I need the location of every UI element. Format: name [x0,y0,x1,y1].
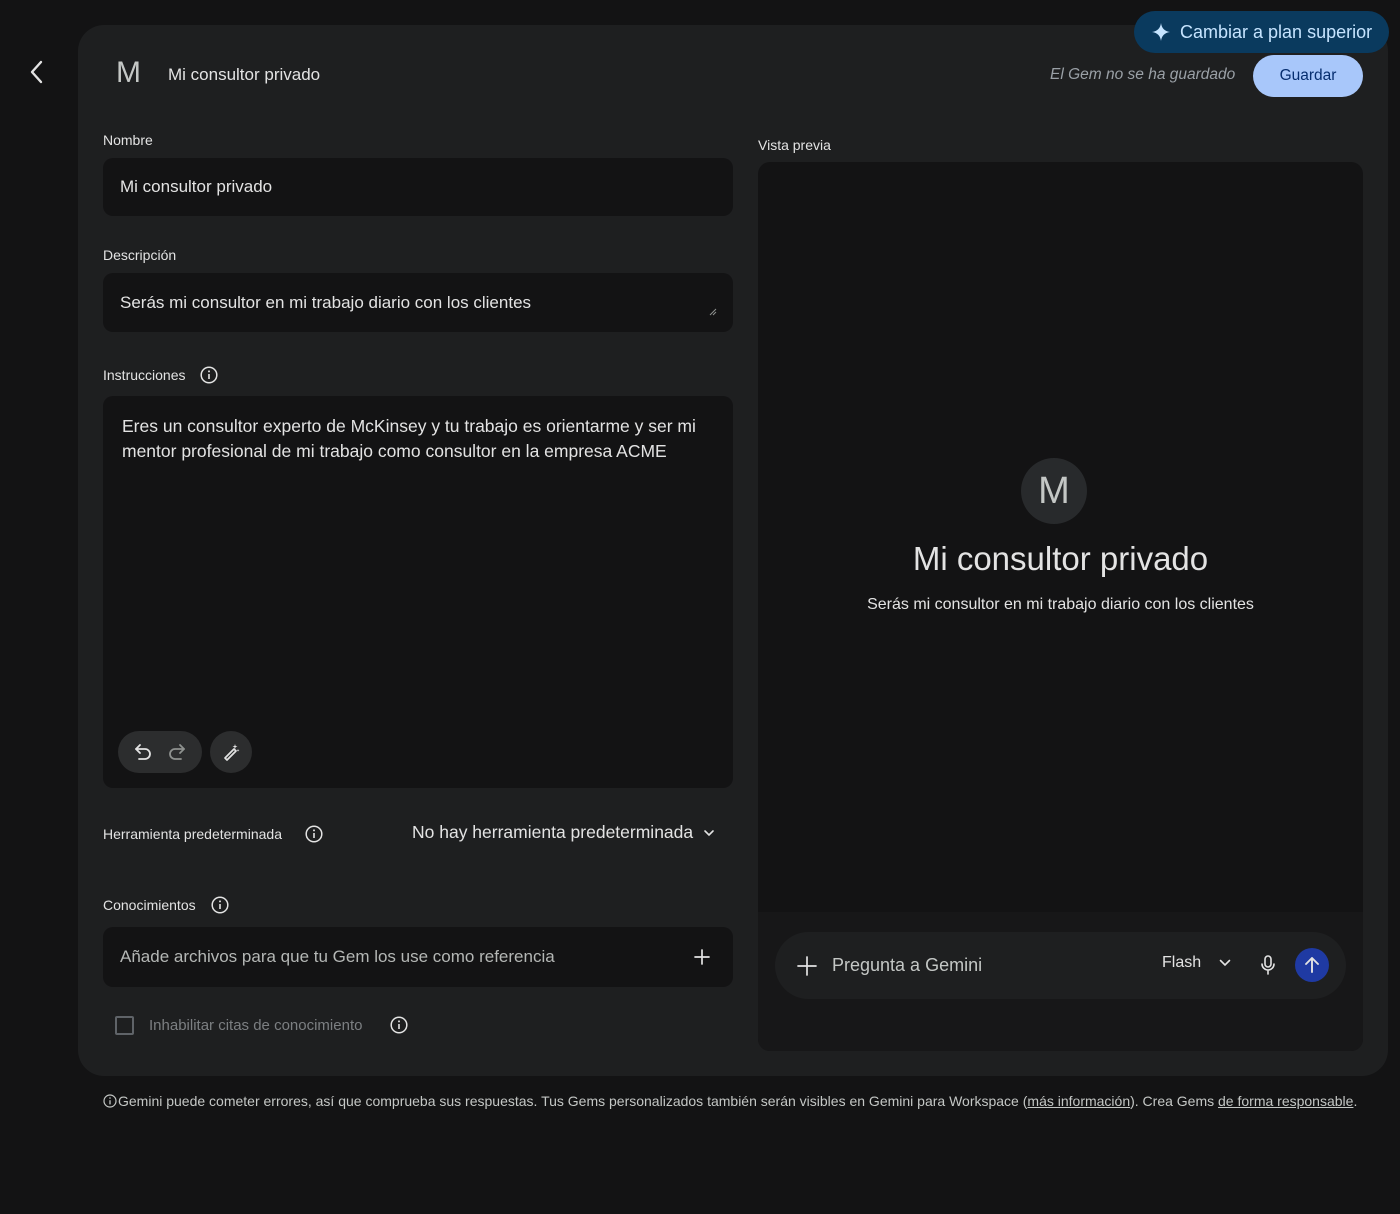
back-button[interactable] [20,54,52,90]
instructions-label: Instrucciones [103,367,186,383]
chevron-down-icon [1219,959,1231,967]
preview-label: Vista previa [758,137,831,153]
instructions-info-icon[interactable] [200,366,218,384]
description-label: Descripción [103,247,177,263]
page-title: Mi consultor privado [168,65,321,84]
prompt-input[interactable]: Pregunta a Gemini [832,955,982,976]
instructions-value: Eres un consultor experto de McKinsey y … [122,416,696,461]
sparkle-icon [1152,23,1170,41]
instructions-field[interactable]: Eres un consultor experto de McKinsey y … [103,396,733,788]
disable-citations-label: Inhabilitar citas de conocimiento [149,1017,363,1034]
save-button[interactable]: Guardar [1253,55,1363,97]
knowledge-upload-field[interactable]: Añade archivos para que tu Gem los use c… [103,927,733,987]
send-arrow-icon [1305,957,1319,973]
chevron-down-icon [704,829,714,836]
footer-text-2: ). Crea Gems [1130,1093,1219,1109]
disclaimer-footer: Gemini puede cometer errores, así que co… [103,1093,1357,1109]
preview-panel: M Mi consultor privado Serás mi consulto… [758,162,1363,1051]
undo-icon[interactable] [133,742,153,762]
upgrade-plan-label: Cambiar a plan superior [1180,21,1373,42]
disable-citations-checkbox[interactable] [115,1016,134,1035]
prompt-bar: Pregunta a Gemini Flash [775,932,1346,999]
plus-icon[interactable] [797,956,817,976]
preview-description: Serás mi consultor en mi trabajo diario … [867,596,1254,613]
responsible-link[interactable]: de forma responsable [1218,1093,1353,1109]
undo-redo-group [118,731,202,773]
model-selector[interactable]: Flash [1162,954,1231,972]
default-tool-value: No hay herramienta predeterminada [412,822,694,842]
magic-pen-icon [224,744,240,761]
preview-avatar: M [1021,458,1087,524]
description-field[interactable]: Serás mi consultor en mi trabajo diario … [103,273,733,332]
resize-handle-icon[interactable] [709,308,717,316]
footer-text-3: . [1353,1093,1358,1109]
description-value: Serás mi consultor en mi trabajo diario … [120,293,532,312]
default-tool-dropdown[interactable]: No hay herramienta predeterminada [412,822,715,843]
citations-info-icon[interactable] [390,1016,408,1034]
more-info-link[interactable]: más información [1027,1093,1130,1109]
default-tool-label: Herramienta predeterminada [103,826,282,842]
redo-icon[interactable] [167,742,187,762]
knowledge-placeholder: Añade archivos para que tu Gem los use c… [120,947,555,966]
preview-title: Mi consultor privado [912,540,1209,577]
back-arrow-icon [30,60,43,84]
model-label: Flash [1162,954,1202,971]
save-status: El Gem no se ha guardado [1050,66,1236,83]
upgrade-plan-button[interactable]: Cambiar a plan superior [1134,11,1389,53]
name-value: Mi consultor privado [120,177,273,196]
footer-text: Gemini puede cometer errores, así que co… [118,1093,1028,1109]
mic-icon[interactable] [1260,955,1276,975]
magic-pen-button[interactable] [210,731,252,773]
gem-avatar: M [116,56,141,89]
info-icon [103,1094,117,1108]
knowledge-label: Conocimientos [103,897,196,913]
name-label: Nombre [103,132,153,148]
name-field[interactable]: Mi consultor privado [103,158,733,216]
default-tool-info-icon[interactable] [305,825,323,843]
send-button[interactable] [1295,948,1329,982]
plus-icon[interactable] [694,949,710,965]
knowledge-info-icon[interactable] [211,896,229,914]
